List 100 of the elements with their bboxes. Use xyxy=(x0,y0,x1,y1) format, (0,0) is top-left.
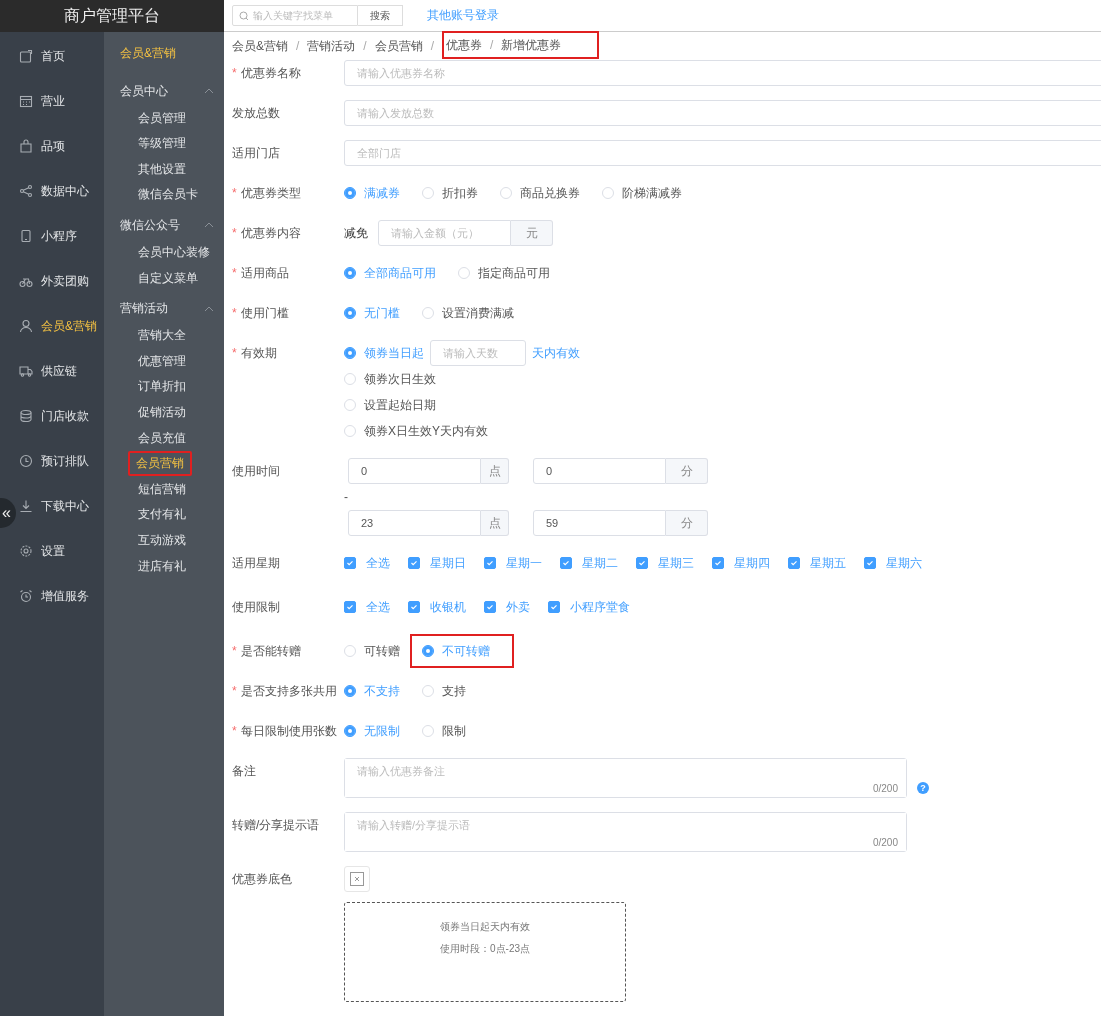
nav-icon xyxy=(19,94,33,108)
color-swatch[interactable] xyxy=(344,866,370,892)
nav-item[interactable]: 品项 xyxy=(19,136,65,156)
breadcrumb-item[interactable]: 会员&营销 xyxy=(232,37,288,55)
unit-addon: 分 xyxy=(666,458,708,484)
field-label: 备注 xyxy=(232,764,256,778)
nav-icon xyxy=(19,544,33,558)
subnav-item[interactable]: 微信会员卡 xyxy=(132,182,204,208)
minute-field[interactable]: 59 xyxy=(533,510,666,536)
subnav-item[interactable]: 优惠管理 xyxy=(132,348,192,374)
hour-field[interactable]: 0 xyxy=(348,458,481,484)
subnav-group[interactable]: 会员中心 xyxy=(104,81,224,101)
field-label: 优惠券类型 xyxy=(240,186,301,200)
required-mark: * xyxy=(232,724,237,738)
subnav-item[interactable]: 订单折扣 xyxy=(132,374,192,400)
field-label: 发放总数 xyxy=(232,106,280,120)
subnav-item[interactable]: 会员中心装修 xyxy=(132,239,216,265)
breadcrumb-separator: / xyxy=(490,38,494,52)
subnav-item[interactable]: 营销大全 xyxy=(132,323,192,349)
nav-item[interactable]: 会员&营销 xyxy=(19,316,97,336)
radio-option[interactable]: 领券X日生效Y天内有效 xyxy=(344,422,488,440)
field-label: 使用时间 xyxy=(232,464,280,478)
nav-item[interactable]: 门店收款 xyxy=(19,406,89,426)
field-label: 每日限制使用张数 xyxy=(240,724,337,738)
nav-icon xyxy=(19,139,33,153)
radio-option[interactable]: 商品兑换券 xyxy=(500,184,580,202)
nav-item[interactable]: 下载中心 xyxy=(19,496,89,516)
unit-addon: 点 xyxy=(481,510,509,536)
radio-option[interactable]: 指定商品可用 xyxy=(458,264,550,282)
field-label: 转赠/分享提示语 xyxy=(232,818,320,832)
nav-item[interactable]: 预订排队 xyxy=(19,451,89,471)
nav-item[interactable]: 数据中心 xyxy=(19,181,89,201)
field-label: 优惠券底色 xyxy=(232,872,292,886)
checkbox-icon xyxy=(864,557,876,569)
nav-item[interactable]: 小程序 xyxy=(19,226,77,246)
radio-option[interactable]: 可转赠 xyxy=(344,642,400,660)
textarea-field[interactable]: 请输入转赠/分享提示语 0/200 xyxy=(344,812,907,852)
required-mark: * xyxy=(232,644,237,658)
breadcrumb-item[interactable]: 营销活动 xyxy=(307,37,356,55)
subnav-item[interactable]: 等级管理 xyxy=(132,131,192,157)
subnav-item[interactable]: 短信营销 xyxy=(132,476,192,502)
text-field[interactable]: 请输入优惠券名称 xyxy=(344,60,1101,86)
nav-item[interactable]: 增值服务 xyxy=(19,586,89,606)
radio-option[interactable]: 限制 xyxy=(422,722,466,740)
subnav-item[interactable]: 支付有礼 xyxy=(132,502,192,528)
chevron-icon xyxy=(204,222,214,229)
preview-text: 使用时段：0点-23点 xyxy=(440,942,530,956)
required-mark: * xyxy=(232,306,237,320)
subnav-item[interactable]: 会员管理 xyxy=(132,105,192,131)
radio-option[interactable]: 设置消费满减 xyxy=(422,304,514,322)
field-label: 优惠券内容 xyxy=(240,226,301,240)
required-mark: * xyxy=(232,346,237,360)
nav-item[interactable]: 外卖团购 xyxy=(19,271,89,291)
field-label: 适用星期 xyxy=(232,556,280,570)
radio-option[interactable]: 支持 xyxy=(422,682,466,700)
text-field[interactable]: 请输入发放总数 xyxy=(344,100,1101,126)
required-mark: * xyxy=(232,226,237,240)
subnav-item[interactable]: 自定义菜单 xyxy=(132,265,204,291)
required-mark: * xyxy=(232,684,237,698)
days-field[interactable]: 请输入天数 xyxy=(430,340,526,366)
subnav-item[interactable]: 其他设置 xyxy=(132,156,192,182)
nav-item[interactable]: 供应链 xyxy=(19,361,77,381)
required-mark: * xyxy=(232,266,237,280)
subnav-group[interactable]: 微信公众号 xyxy=(104,215,224,236)
radio-option[interactable]: 领券次日生效 xyxy=(344,370,436,388)
nav-item[interactable]: 营业 xyxy=(19,91,65,111)
nav-icon xyxy=(19,364,33,378)
checkbox-icon xyxy=(344,557,356,569)
subnav-item[interactable]: 促销活动 xyxy=(132,399,192,425)
radio-option[interactable]: 阶梯满减券 xyxy=(602,184,682,202)
nav-item[interactable]: 首页 xyxy=(19,46,65,66)
subnav-item[interactable]: 互动游戏 xyxy=(132,527,192,553)
required-mark: * xyxy=(232,66,237,80)
text-field[interactable]: 全部门店 xyxy=(344,140,1101,166)
radio-option[interactable]: 折扣券 xyxy=(422,184,478,202)
checkbox-icon xyxy=(408,557,420,569)
nav-icon xyxy=(19,409,33,423)
hour-field[interactable]: 23 xyxy=(348,510,481,536)
field-label: 是否能转赠 xyxy=(240,644,301,658)
checkbox-icon xyxy=(788,557,800,569)
subnav-group[interactable]: 营销活动 xyxy=(104,298,224,319)
subnav-item[interactable]: 进店有礼 xyxy=(132,553,192,579)
radio-option[interactable]: 设置起始日期 xyxy=(344,396,436,414)
breadcrumb-item[interactable]: 会员营销 xyxy=(374,37,423,55)
field-label: 适用商品 xyxy=(240,266,289,280)
breadcrumb-item[interactable]: 优惠券 xyxy=(446,36,483,54)
search-button[interactable]: 搜索 xyxy=(358,5,403,26)
field-label: 有效期 xyxy=(240,346,277,360)
subnav-item[interactable]: 会员营销 xyxy=(128,451,192,477)
nav-item[interactable]: 设置 xyxy=(19,541,65,561)
minute-field[interactable]: 0 xyxy=(533,458,666,484)
subnav-title: 会员&营销 xyxy=(119,45,177,62)
checkbox-icon xyxy=(484,557,496,569)
breadcrumb-item: 新增优惠券 xyxy=(501,36,562,54)
unit-addon: 点 xyxy=(481,458,509,484)
subnav-item[interactable]: 会员充值 xyxy=(132,425,192,451)
amount-field[interactable]: 请输入金额（元） xyxy=(378,220,511,246)
preview-text: 领券当日起天内有效 xyxy=(440,920,530,934)
textarea-field[interactable]: 请输入优惠券备注 0/200 xyxy=(344,758,907,798)
nav-icon xyxy=(19,589,33,603)
